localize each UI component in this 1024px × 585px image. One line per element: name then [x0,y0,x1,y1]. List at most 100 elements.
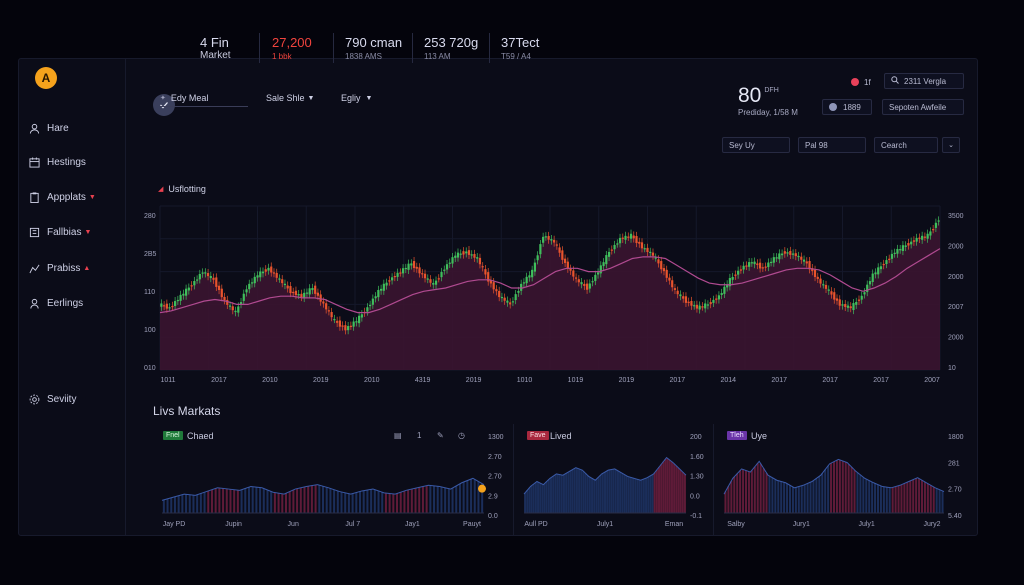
toolbar-button-2[interactable]: Pal 98 [798,137,866,153]
volume-bar [771,477,774,513]
big-metric: 80 DFH [738,84,779,108]
candle-body [596,272,600,275]
toolbar-search-button[interactable]: Cearch [874,137,938,153]
volume-bar [593,479,596,513]
candle-body [745,265,748,267]
volume-bar [750,470,753,513]
search-button[interactable]: 2311 Vergla [884,73,964,89]
candle-body [459,253,462,255]
sidebar-item-hare[interactable]: Hare [28,118,69,138]
filter-edy-meal[interactable]: ✦ Edy Meal [160,93,248,107]
volume-bar [473,479,476,513]
candle-body [783,251,786,254]
volume-bar [532,484,535,513]
panel-2-chart[interactable]: Aull PD July1 Eman 200 1.60 1.30 0.0 -0.1 [520,428,714,533]
volume-bar [789,485,791,513]
volume-bar [918,478,921,513]
candle-body [764,266,767,268]
volume-bar [573,468,576,513]
volume-bar [642,478,645,513]
candle-body [314,285,317,294]
volume-bar [433,485,436,513]
volume-bar [935,488,938,513]
volume-bar [333,489,336,513]
y-tick-label: 2.9 [488,493,498,500]
volume-bar [941,490,944,513]
view-filter-button[interactable]: Sepoten Awfeile [882,99,964,115]
sidebar-item-settings[interactable]: Seviity [28,389,76,409]
candle-body [193,280,196,286]
volume-bar [429,485,432,513]
volume-bar [625,475,628,513]
candle-body [605,255,608,265]
y-tick-label-right: 10 [948,365,956,372]
candle-body [385,282,388,286]
candle-body [855,301,858,305]
sidebar-item-appplats[interactable]: Appplats ▼ [28,187,96,207]
sidebar: A Hare Hestings Appplats ▼ Fallbias ▼ Pr… [18,58,126,536]
candle-body [418,267,421,274]
volume-bar [170,497,173,513]
y-tick-label: 1.60 [690,454,704,461]
notification-button[interactable]: 1f [845,74,877,90]
volume-bar [347,493,350,513]
candle-body [583,283,586,286]
sidebar-item-label: Hare [47,122,69,134]
x-tick-label: 2014 [720,377,736,384]
volume-bar [537,482,540,513]
candle-body [319,294,322,302]
panel-3-chart[interactable]: Salby Jury1 July1 Jury2 1800 281 2.70 5.40 [720,428,976,533]
sidebar-item-fallbias[interactable]: Fallbias ▼ [28,222,91,242]
app-logo[interactable]: A [35,67,57,89]
volume-bar [623,474,626,513]
candle-body [187,287,190,291]
filter-egliy[interactable]: Egliy ▼ [341,93,372,103]
volume-bar [612,469,615,513]
volume-bar [662,461,665,513]
candle-body [706,304,710,306]
candle-body [281,279,284,284]
user-count: 1889 [843,102,861,112]
volume-bar [786,483,789,513]
x-tick-label: 2017 [822,377,838,384]
volume-bar [818,476,821,513]
candle-body [289,286,292,294]
sidebar-item-hestings[interactable]: Hestings [28,152,86,172]
toolbar-button-1[interactable]: Sey Uy [722,137,790,153]
candle-body [591,281,594,283]
candle-body [514,294,517,301]
candle-body [338,320,341,327]
clipboard-icon [28,191,40,203]
candle-body [877,267,880,275]
volume-bar [638,479,641,513]
candle-body [833,292,836,300]
volume-bar [595,479,598,513]
volume-bar [552,476,555,513]
button-label: Cearch [881,140,907,150]
x-tick-label: Jul 7 [345,521,360,528]
candle-body [267,267,270,271]
candle-body [632,235,635,239]
filter-sale-shle[interactable]: Sale Shle ▼ [266,93,314,103]
button-label: Sey Uy [729,140,755,150]
volume-bar [736,473,739,513]
user-count-button[interactable]: 1889 [822,99,872,115]
volume-bar [528,487,531,513]
volume-bar [679,469,682,513]
candle-body [382,283,385,291]
sidebar-item-eerlings[interactable]: Eerlings [28,293,83,313]
candle-body [237,306,240,313]
candle-body [371,298,374,305]
view-filter-label: Sepoten Awfeile [889,102,947,112]
volume-bar [885,487,888,513]
sidebar-item-prabiss[interactable]: Prabiss ▲ [28,258,90,278]
volume-bar [421,486,424,513]
panel-1-chart[interactable]: Jay PD Jupin Jun Jul 7 Jay1 Pauyt 1300 2.70 2.70… [158,428,514,533]
volume-bar [359,491,362,513]
toolbar-more-button[interactable]: ⌄ [942,137,960,153]
volume-bar [606,470,609,513]
volume-bar [932,486,935,513]
candle-body [679,294,682,297]
candle-body [445,264,449,270]
main-candlestick-chart[interactable]: 1011 2017 2010 2019 2010 4319 2019 1010 1019 2019… [128,198,978,393]
